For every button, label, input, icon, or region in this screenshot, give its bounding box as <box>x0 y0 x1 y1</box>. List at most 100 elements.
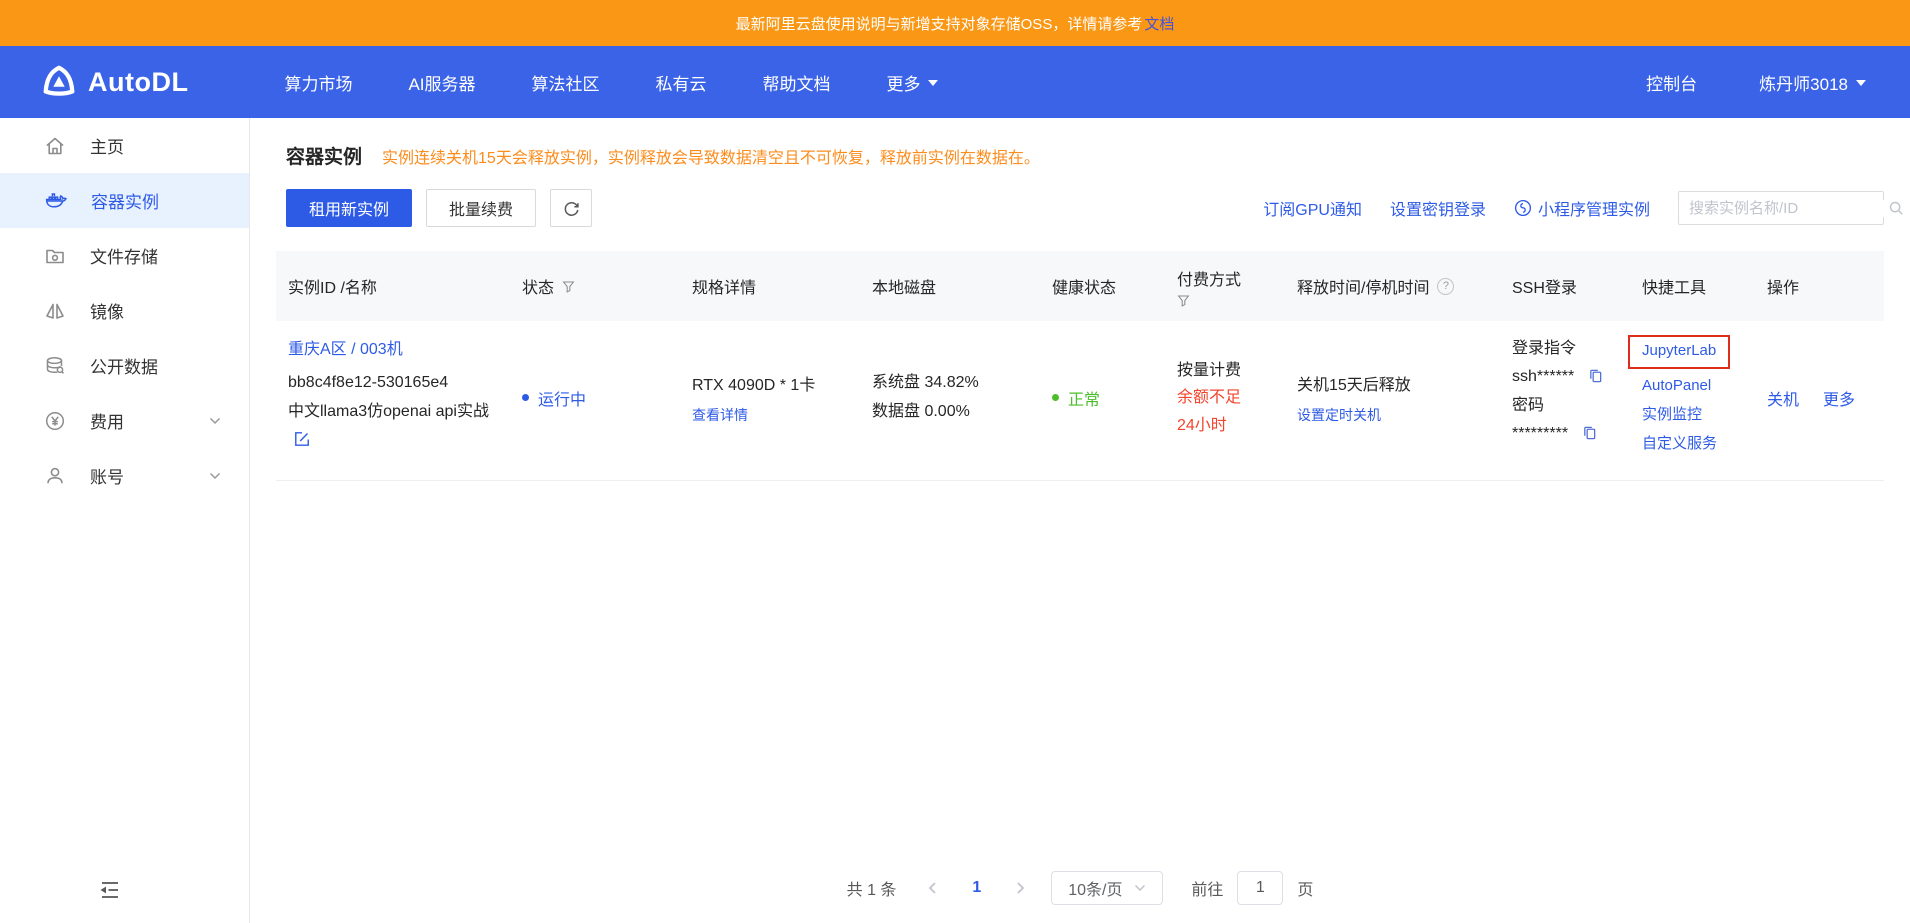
col-header-tools: 快捷工具 <box>1642 280 1707 297</box>
autodl-logo-icon <box>40 63 78 101</box>
edit-name-icon[interactable] <box>294 432 310 451</box>
toolbar: 租用新实例 批量续费 订阅GPU通知 设置密钥登录 小程序管理实例 <box>286 189 1903 227</box>
set-ssh-key-link[interactable]: 设置密钥登录 <box>1390 196 1486 220</box>
subscribe-gpu-link[interactable]: 订阅GPU通知 <box>1263 196 1362 220</box>
goto-page-input[interactable] <box>1237 871 1284 905</box>
instance-monitor-link[interactable]: 实例监控 <box>1642 400 1755 429</box>
sidebar-item-label: 费用 <box>90 413 124 432</box>
custom-service-link[interactable]: 自定义服务 <box>1642 429 1755 458</box>
nav-item-private-cloud[interactable]: 私有云 <box>656 70 707 95</box>
batch-renew-button[interactable]: 批量续费 <box>426 189 537 227</box>
scheduled-shutdown-link[interactable]: 设置定时关机 <box>1297 405 1381 425</box>
cell-health: 正常 <box>1040 386 1165 410</box>
jupyterlab-link[interactable]: JupyterLab <box>1642 338 1716 364</box>
brand[interactable]: AutoDL <box>40 63 188 101</box>
cell-actions: 关机 更多 <box>1755 386 1884 410</box>
cell-billing: 按量计费 余额不足24小时 <box>1165 356 1285 440</box>
col-header-ssh: SSH登录 <box>1512 280 1577 297</box>
col-header-actions: 操作 <box>1767 280 1800 297</box>
nav-item-market[interactable]: 算力市场 <box>284 70 352 95</box>
cell-instance-id: 重庆A区 / 003机 bb8c4f8e12-530165e4 中文llama3… <box>276 335 510 458</box>
col-header-disk: 本地磁盘 <box>872 280 937 297</box>
view-details-link[interactable]: 查看详情 <box>692 405 748 425</box>
miniprogram-link[interactable]: 小程序管理实例 <box>1514 196 1650 220</box>
page-title: 容器实例 <box>286 147 363 168</box>
next-page-icon[interactable] <box>1005 881 1037 895</box>
sidebar-item-images[interactable]: 镜像 <box>0 283 249 338</box>
top-navbar: AutoDL 算力市场 AI服务器 算法社区 私有云 帮助文档 更多 控制台 炼… <box>0 46 1910 118</box>
banner-doc-link[interactable]: 文档 <box>1144 13 1174 34</box>
caret-down-icon <box>927 80 938 86</box>
shutdown-link[interactable]: 关机 <box>1767 386 1799 410</box>
ssh-command-value: ssh****** <box>1512 367 1575 385</box>
page-number[interactable]: 1 <box>962 879 991 897</box>
col-header-billing: 付费方式 <box>1165 266 1285 307</box>
nav-item-community[interactable]: 算法社区 <box>532 70 600 95</box>
cell-ssh: 登录指令 ssh****** 密码 ********* <box>1500 335 1630 449</box>
user-menu[interactable]: 炼丹师3018 <box>1759 70 1866 95</box>
sidebar-item-instances[interactable]: 容器实例 <box>0 173 249 228</box>
health-normal: 正常 <box>1052 386 1165 410</box>
instance-name: 中文llama3仿openai api实战 <box>288 398 506 458</box>
password-row: ********* <box>1512 420 1630 450</box>
chevron-down-icon <box>209 472 221 480</box>
page-size-select[interactable]: 10条/页 <box>1051 871 1164 905</box>
toolbar-right: 订阅GPU通知 设置密钥登录 小程序管理实例 <box>1263 191 1903 225</box>
refresh-button[interactable] <box>550 189 593 227</box>
rent-new-instance-button[interactable]: 租用新实例 <box>286 189 413 227</box>
sidebar-item-label: 主页 <box>90 138 124 157</box>
sidebar-item-label: 账号 <box>90 468 124 487</box>
container-whale-icon <box>44 189 67 212</box>
user-icon <box>44 465 66 487</box>
total-count: 共 1 条 <box>846 882 897 899</box>
copy-icon[interactable] <box>1588 369 1603 387</box>
col-header-id: 实例ID /名称 <box>288 280 377 297</box>
release-warning-text: 实例连续关机15天会释放实例，实例释放会导致数据清空且不可恢复，释放前实例在数据… <box>382 149 1040 167</box>
billing-type: 按量计费 <box>1177 361 1242 379</box>
gpu-spec: RTX 4090D * 1卡 <box>692 376 816 394</box>
nav-item-docs[interactable]: 帮助文档 <box>763 70 831 95</box>
more-actions-link[interactable]: 更多 <box>1823 386 1855 410</box>
nav-console-link[interactable]: 控制台 <box>1646 70 1697 95</box>
sidebar-item-storage[interactable]: 文件存储 <box>0 228 249 283</box>
refresh-icon <box>563 200 580 217</box>
search-input[interactable] <box>1689 199 1888 217</box>
sidebar-item-label: 文件存储 <box>90 248 158 267</box>
main-content: 容器实例 实例连续关机15天会释放实例，实例释放会导致数据清空且不可恢复，释放前… <box>250 118 1910 923</box>
search-box <box>1678 191 1903 225</box>
help-question-icon[interactable]: ? <box>1437 277 1455 295</box>
cell-spec: RTX 4090D * 1卡 查看详情 <box>680 371 860 425</box>
sidebar-item-home[interactable]: 主页 <box>0 118 249 173</box>
system-disk: 系统盘 34.82% <box>872 373 979 391</box>
sidebar-item-label: 公开数据 <box>90 358 158 377</box>
search-icon <box>1888 200 1904 216</box>
pagination: 共 1 条 1 10条/页 前往 页 <box>250 871 1910 905</box>
page-unit: 页 <box>1297 882 1314 899</box>
nav-item-ai-server[interactable]: AI服务器 <box>408 70 475 95</box>
col-header-release: 释放时间/停机时间 ? <box>1285 274 1500 298</box>
status-dot <box>522 394 529 401</box>
cell-disk: 系统盘 34.82% 数据盘 0.00% <box>860 369 1040 427</box>
copy-icon[interactable] <box>1582 426 1597 444</box>
filter-funnel-icon[interactable] <box>1177 294 1190 307</box>
sidebar-item-label: 容器实例 <box>91 193 159 212</box>
password-value: ********* <box>1512 424 1569 442</box>
sidebar-item-public-data[interactable]: 公开数据 <box>0 338 249 393</box>
folder-gear-icon <box>44 245 66 267</box>
balance-warning: 余额不足24小时 <box>1177 388 1242 434</box>
instance-id: bb8c4f8e12-530165e4 <box>288 374 449 391</box>
page-head: 容器实例 实例连续关机15天会释放实例，实例释放会导致数据清空且不可恢复，释放前… <box>250 118 1910 169</box>
yen-circle-icon <box>44 410 66 432</box>
filter-funnel-icon[interactable] <box>562 280 575 293</box>
sidebar-collapse-icon[interactable] <box>96 878 122 907</box>
sidebar-item-billing[interactable]: 费用 <box>0 393 249 448</box>
release-time: 关机15天后释放 <box>1297 376 1411 394</box>
brand-name: AutoDL <box>88 66 189 97</box>
nav-item-more[interactable]: 更多 <box>887 70 938 95</box>
sidebar-item-account[interactable]: 账号 <box>0 448 249 503</box>
prev-page-icon[interactable] <box>916 881 948 895</box>
region-link[interactable]: 重庆A区 / 003机 <box>288 341 403 358</box>
autopanel-link[interactable]: AutoPanel <box>1642 371 1755 400</box>
col-header-spec: 规格详情 <box>692 280 757 297</box>
table-header-row: 实例ID /名称 状态 规格详情 本地磁盘 健康状态 付费方式 释放时间/停机时… <box>276 251 1884 321</box>
